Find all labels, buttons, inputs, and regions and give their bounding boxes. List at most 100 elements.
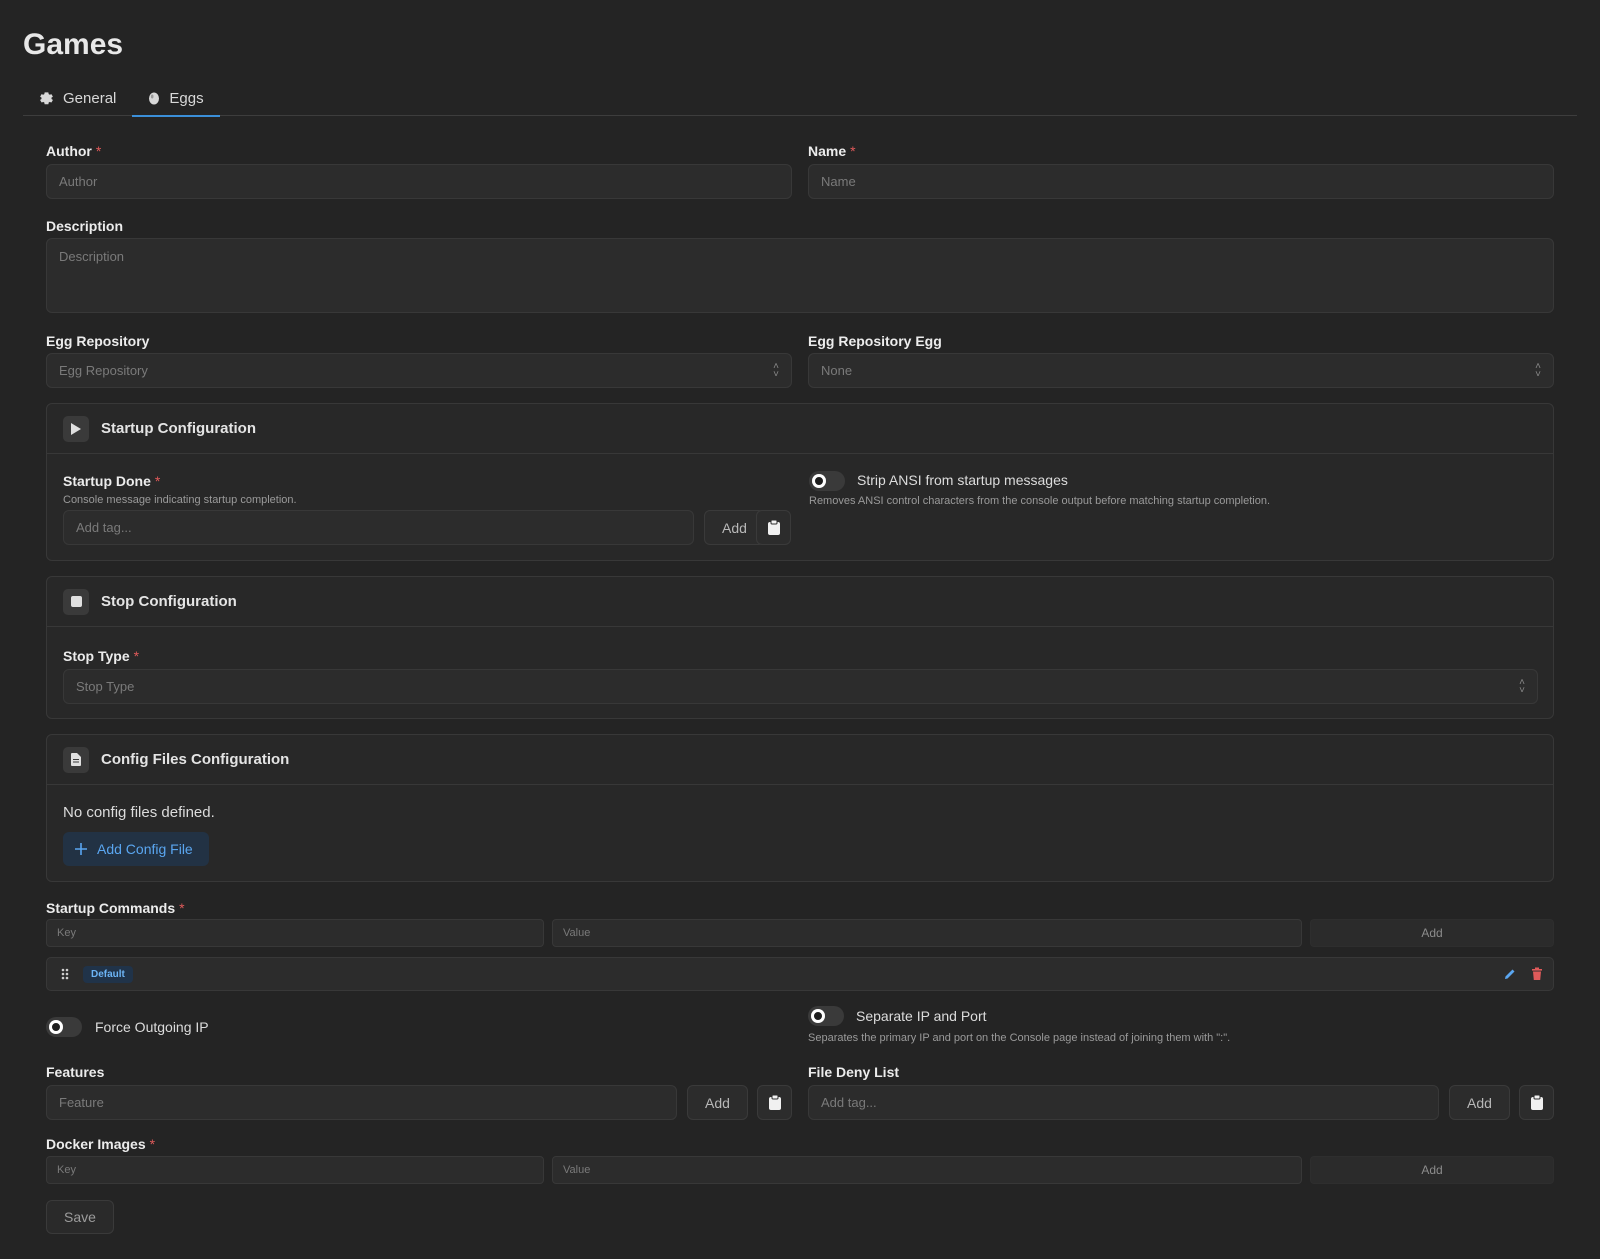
stop-configuration-header[interactable]: Stop Configuration: [47, 577, 1553, 627]
startup-command-value-input[interactable]: Value: [552, 919, 1302, 947]
strip-ansi-toggle[interactable]: [809, 471, 845, 491]
drag-handle-icon[interactable]: [61, 968, 69, 980]
plus-icon: [75, 843, 87, 855]
startup-done-label-text: Startup Done: [63, 473, 151, 489]
force-outgoing-ip-label: Force Outgoing IP: [95, 1019, 209, 1035]
tab-general-label: General: [63, 89, 117, 107]
add-config-file-label: Add Config File: [97, 841, 193, 857]
egg-repository-egg-select[interactable]: None ˄ ˅: [808, 353, 1554, 388]
tab-bar: General Eggs: [23, 80, 1577, 117]
egg-repository-egg-placeholder: None: [821, 363, 853, 378]
config-files-title: Config Files Configuration: [101, 751, 290, 768]
value-placeholder: Value: [563, 927, 591, 939]
force-outgoing-ip-toggle[interactable]: [46, 1017, 82, 1037]
stop-icon: [63, 588, 89, 615]
egg-icon: [148, 91, 160, 105]
file-icon: [63, 746, 89, 773]
tab-eggs[interactable]: Eggs: [132, 80, 220, 117]
author-label-text: Author: [46, 143, 92, 159]
clipboard-icon: [767, 520, 780, 535]
startup-done-tag-placeholder: Add tag...: [76, 520, 132, 535]
description-textarea[interactable]: Description: [46, 238, 1554, 313]
default-badge: Default: [83, 966, 133, 983]
name-input[interactable]: Name: [808, 164, 1554, 199]
egg-repository-egg-label: Egg Repository Egg: [808, 333, 942, 349]
value-placeholder: Value: [563, 1164, 591, 1176]
name-label: Name *: [808, 143, 856, 159]
features-input[interactable]: Feature: [46, 1085, 677, 1120]
description-placeholder: Description: [59, 249, 125, 264]
author-input[interactable]: Author: [46, 164, 792, 199]
toggle-knob: [811, 1009, 825, 1023]
stop-type-placeholder: Stop Type: [76, 679, 135, 694]
file-deny-list-add-button[interactable]: Add: [1449, 1085, 1510, 1120]
features-add-button[interactable]: Add: [687, 1085, 748, 1120]
docker-images-label-text: Docker Images: [46, 1136, 146, 1152]
startup-configuration-header[interactable]: Startup Configuration: [47, 404, 1553, 454]
page-title: Games: [23, 28, 124, 61]
file-deny-list-label: File Deny List: [808, 1064, 900, 1080]
edit-pencil-icon[interactable]: [1503, 967, 1517, 981]
docker-image-key-input[interactable]: Key: [46, 1156, 544, 1184]
gear-icon: [39, 91, 54, 106]
config-files-panel: Config Files Configuration No config fil…: [46, 734, 1554, 882]
play-icon: [63, 415, 89, 442]
stop-type-label: Stop Type *: [63, 648, 139, 664]
required-marker: *: [149, 1136, 156, 1152]
clipboard-icon: [768, 1095, 781, 1110]
features-paste-button[interactable]: [757, 1085, 792, 1120]
docker-images-label: Docker Images *: [46, 1136, 155, 1152]
egg-repository-label: Egg Repository: [46, 333, 150, 349]
startup-configuration-title: Startup Configuration: [101, 420, 256, 437]
tab-general[interactable]: General: [23, 80, 132, 116]
strip-ansi-hint: Removes ANSI control characters from the…: [809, 495, 1271, 507]
egg-repository-select[interactable]: Egg Repository ˄ ˅: [46, 353, 792, 388]
startup-commands-label-text: Startup Commands: [46, 900, 176, 916]
author-label: Author *: [46, 143, 101, 159]
separate-ip-port-hint: Separates the primary IP and port on the…: [808, 1032, 1231, 1044]
required-marker: *: [850, 143, 856, 159]
startup-commands-label: Startup Commands *: [46, 900, 185, 916]
select-chevron-icon: ˄ ˅: [773, 360, 779, 380]
startup-command-key-input[interactable]: Key: [46, 919, 544, 947]
egg-repository-placeholder: Egg Repository: [59, 363, 148, 378]
trash-icon[interactable]: [1531, 967, 1543, 981]
config-files-empty-text: No config files defined.: [63, 804, 215, 821]
separate-ip-port-label: Separate IP and Port: [856, 1008, 987, 1024]
paste-button[interactable]: [756, 510, 791, 545]
stop-configuration-panel: Stop Configuration Stop Type * Stop Type …: [46, 576, 1554, 719]
author-placeholder: Author: [59, 174, 98, 189]
required-marker: *: [95, 143, 102, 159]
docker-image-add-button[interactable]: Add: [1310, 1156, 1554, 1184]
stop-type-label-text: Stop Type: [63, 648, 130, 664]
docker-image-value-input[interactable]: Value: [552, 1156, 1302, 1184]
stop-type-select[interactable]: Stop Type ˄ ˅: [63, 669, 1538, 704]
name-placeholder: Name: [821, 174, 856, 189]
tab-eggs-label: Eggs: [169, 89, 204, 107]
save-button[interactable]: Save: [46, 1200, 114, 1234]
startup-done-hint: Console message indicating startup compl…: [63, 494, 297, 506]
name-label-text: Name: [808, 143, 847, 159]
features-label: Features: [46, 1064, 105, 1080]
startup-done-label: Startup Done *: [63, 473, 160, 489]
select-chevron-icon: ˄ ˅: [1519, 676, 1525, 696]
select-chevron-icon: ˄ ˅: [1535, 360, 1541, 380]
stop-configuration-title: Stop Configuration: [101, 593, 237, 610]
description-label: Description: [46, 218, 124, 234]
clipboard-icon: [1530, 1095, 1543, 1110]
file-deny-list-input[interactable]: Add tag...: [808, 1085, 1439, 1120]
strip-ansi-label: Strip ANSI from startup messages: [857, 472, 1068, 488]
key-placeholder: Key: [57, 1164, 76, 1176]
startup-done-tag-input[interactable]: Add tag...: [63, 510, 694, 545]
config-files-header[interactable]: Config Files Configuration: [47, 735, 1553, 785]
separate-ip-port-toggle[interactable]: [808, 1006, 844, 1026]
startup-command-add-button[interactable]: Add: [1310, 919, 1554, 947]
key-placeholder: Key: [57, 927, 76, 939]
required-marker: *: [179, 900, 185, 916]
add-config-file-button[interactable]: Add Config File: [63, 832, 209, 866]
features-placeholder: Feature: [59, 1095, 104, 1110]
file-deny-list-paste-button[interactable]: [1519, 1085, 1554, 1120]
required-marker: *: [133, 648, 140, 664]
file-deny-list-placeholder: Add tag...: [821, 1095, 877, 1110]
toggle-knob: [812, 474, 826, 488]
